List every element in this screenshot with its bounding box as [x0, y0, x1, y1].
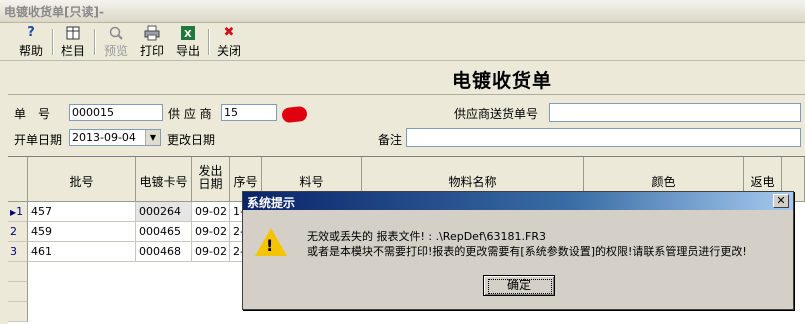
dialog-title: 系统提示 [247, 196, 296, 210]
close-icon[interactable]: ✕ [773, 194, 789, 208]
print-button[interactable]: 打印 [138, 25, 166, 58]
cell-card[interactable]: 000264 [136, 202, 192, 222]
excel-icon: X [180, 25, 196, 41]
system-alert-dialog: 系统提示 ✕ ! 无效或丢失的 报表文件! : .\RepDef\63181.F… [242, 191, 794, 310]
cell-batch[interactable]: 457 [28, 202, 136, 222]
close-button[interactable]: ✖ 关闭 [216, 25, 242, 58]
supplier-field[interactable]: 15 [221, 104, 277, 121]
columns-button[interactable]: 栏目 [60, 25, 86, 58]
column-header-date-text: 发出日期 [198, 164, 223, 191]
svg-text:X: X [184, 29, 192, 40]
grid-corner [8, 157, 28, 202]
order-no-label: 单 号 [14, 107, 51, 121]
order-no-field[interactable]: 000015 [69, 104, 163, 121]
magnifier-icon [108, 25, 124, 41]
row-indicator-empty [8, 302, 28, 322]
remark-label: 备注 [378, 133, 403, 147]
dialog-message-line1: 无效或丢失的 报表文件! : .\RepDef\63181.FR3 [307, 230, 546, 243]
remark-field[interactable] [406, 128, 801, 147]
toolbar-separator [208, 29, 210, 55]
divider [8, 94, 805, 95]
printer-icon [144, 25, 160, 41]
export-button[interactable]: X 导出 [174, 25, 202, 58]
column-header-batch[interactable]: 批号 [28, 157, 136, 202]
supplier-delivery-label: 供应商送货单号 [454, 107, 539, 121]
close-icon: ✖ [223, 25, 235, 40]
chevron-down-icon[interactable]: ▼ [145, 130, 160, 145]
row-indicator[interactable]: ▶1 [8, 202, 28, 222]
title-bar: 电镀收货单[只读]- [0, 0, 805, 23]
supplier-label: 供 应 商 [168, 107, 212, 121]
column-header-card[interactable]: 电镀卡号 [136, 157, 192, 202]
warning-exclamation: ! [266, 236, 274, 255]
cell-batch[interactable]: 461 [28, 242, 136, 262]
toolbar: ? 帮助 栏目 预览 打印 X 导出 ✖ 关闭 [0, 23, 805, 61]
row-indicator-empty [8, 262, 28, 282]
cell-card[interactable]: 000468 [136, 242, 192, 262]
row-indicator[interactable]: 3 [8, 242, 28, 262]
cell-date[interactable]: 09-02 [192, 242, 230, 262]
document-title: 电镀收货单 [452, 70, 553, 92]
modify-date-label: 更改日期 [167, 133, 216, 147]
column-header-date[interactable]: 发出日期 [192, 157, 230, 202]
row-indicator[interactable]: 2 [8, 222, 28, 242]
help-icon: ? [27, 25, 35, 40]
supplier-delivery-field[interactable] [549, 103, 801, 122]
cell-batch[interactable]: 459 [28, 222, 136, 242]
date-picker[interactable]: 2013-09-04 ▼ [69, 129, 161, 146]
cell-card[interactable]: 000465 [136, 222, 192, 242]
dialog-message-line2: 或者是本模块不需要打印!报表的更改需要有[系统参数设置]的权限!请联系管理员进行… [307, 245, 747, 258]
focus-ring [488, 279, 552, 294]
dialog-title-bar: 系统提示 ✕ [243, 192, 793, 210]
help-button[interactable]: ? 帮助 [18, 25, 44, 58]
cell-date[interactable]: 09-02 [192, 222, 230, 242]
toolbar-separator [52, 29, 54, 55]
cell-date[interactable]: 09-02 [192, 202, 230, 222]
preview-button[interactable]: 预览 [102, 25, 130, 58]
date-value: 2013-09-04 [72, 131, 136, 144]
columns-icon [65, 25, 81, 41]
row-indicator-empty [8, 282, 28, 302]
ok-button[interactable]: 确定 [483, 275, 555, 296]
date-label: 开单日期 [14, 133, 63, 147]
toolbar-separator [94, 29, 96, 55]
window-title: 电镀收货单[只读]- [4, 5, 104, 19]
